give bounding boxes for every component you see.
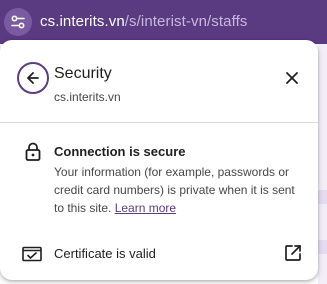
connection-status-title: Connection is secure [54,144,186,159]
site-info-button[interactable] [4,8,32,36]
address-bar: cs.interits.vn/s/interist-vn/staffs [0,0,327,44]
back-button[interactable] [17,62,49,94]
arrow-back-icon [27,72,39,84]
popup-subtitle: cs.interits.vn [54,90,121,104]
certificate-icon [22,246,42,262]
tune-icon [11,15,25,29]
url-host: cs.interits.vn [40,13,125,30]
security-popup: Security cs.interits.vn Connection is se… [0,40,318,280]
certificate-status-label[interactable]: Certificate is valid [54,246,156,261]
connection-description: Your information (for example, passwords… [54,163,306,217]
lock-icon [25,142,41,161]
learn-more-link[interactable]: Learn more [115,201,176,215]
close-icon [286,72,298,84]
popup-title: Security [54,65,112,82]
close-button[interactable] [280,66,304,90]
open-in-new-icon[interactable] [283,243,303,263]
url-path: /s/interist-vn/staffs [124,13,248,30]
url-text[interactable]: cs.interits.vn/s/interist-vn/staffs [40,13,247,31]
page-background [318,44,327,284]
divider [0,122,318,123]
